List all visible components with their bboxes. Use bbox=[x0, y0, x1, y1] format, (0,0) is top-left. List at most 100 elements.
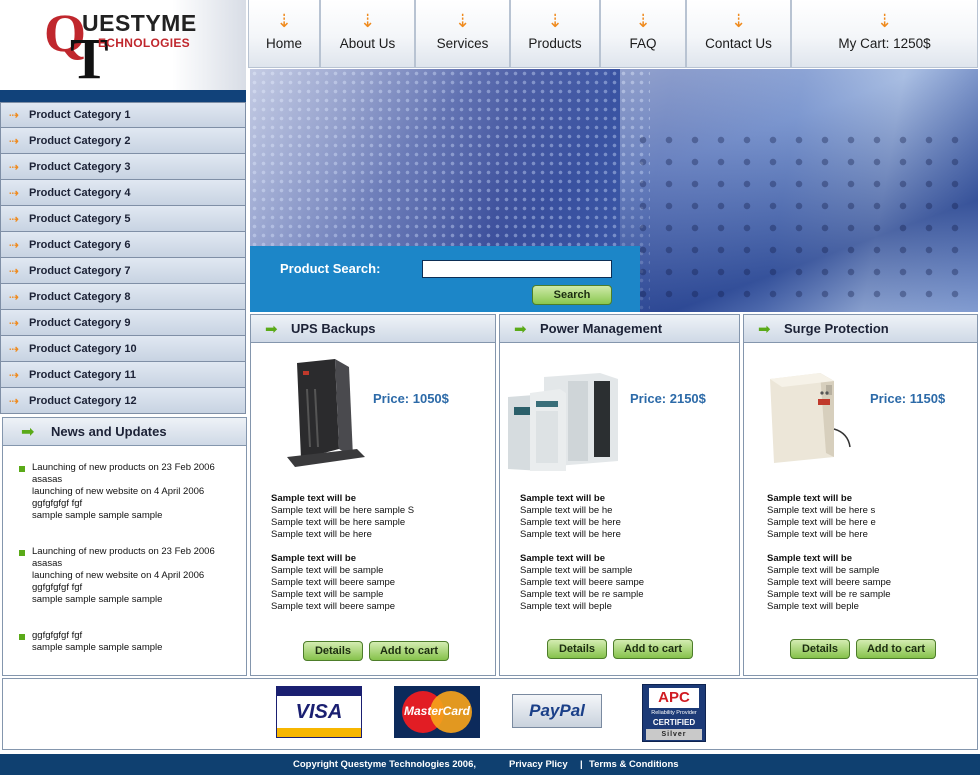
product-text-line: Sample text will be re sample bbox=[767, 589, 891, 600]
news-text: ggfgfgfgf fgf bbox=[32, 582, 83, 593]
arrow-right-icon: ⇢ bbox=[9, 159, 20, 174]
nav-about-us[interactable]: ⇣ About Us bbox=[320, 0, 415, 68]
nav-faq[interactable]: ⇣ FAQ bbox=[600, 0, 686, 68]
add-to-cart-button[interactable]: Add to cart bbox=[369, 641, 449, 661]
arrow-right-icon: ➡ bbox=[514, 320, 527, 338]
news-text: asasas bbox=[32, 558, 63, 569]
sidebar-item-category-7[interactable]: ⇢ Product Category 7 bbox=[0, 258, 246, 284]
nav-home[interactable]: ⇣ Home bbox=[248, 0, 320, 68]
details-button[interactable]: Details bbox=[303, 641, 363, 661]
sidebar-item-category-11[interactable]: ⇢ Product Category 11 bbox=[0, 362, 246, 388]
sidebar-item-category-9[interactable]: ⇢ Product Category 9 bbox=[0, 310, 246, 336]
apc-silver-text: Silver bbox=[646, 729, 702, 740]
product-title: Surge Protection bbox=[784, 321, 889, 336]
sidebar-item-category-5[interactable]: ⇢ Product Category 5 bbox=[0, 206, 246, 232]
surge-protector-product-image[interactable] bbox=[764, 367, 856, 465]
search-input[interactable] bbox=[422, 260, 612, 278]
product-title: UPS Backups bbox=[291, 321, 376, 336]
search-button[interactable]: Search bbox=[532, 285, 612, 305]
top-navigation: ⇣ Home ⇣ About Us ⇣ Services ⇣ Products … bbox=[248, 0, 978, 68]
sidebar-item-category-1[interactable]: ⇢ Product Category 1 bbox=[0, 102, 246, 128]
bullet-icon bbox=[19, 466, 25, 472]
payment-logos-strip bbox=[2, 678, 978, 750]
ups-product-image[interactable] bbox=[277, 359, 367, 469]
product-text-line: Sample text will be re sample bbox=[520, 589, 644, 600]
news-text: Launching of new products on 23 Feb 2006 bbox=[32, 462, 215, 473]
arrow-right-icon: ⇢ bbox=[9, 393, 20, 408]
product-card-ups-backups: ➡ UPS Backups Price: 1050$ Sample text w… bbox=[250, 314, 496, 676]
site-logo[interactable]: Q T UESTYME ECHNOLOGIES bbox=[0, 0, 246, 90]
search-label: Product Search: bbox=[280, 261, 381, 276]
product-text-line: Sample text will be here bbox=[520, 529, 621, 540]
arrow-right-icon: ⇢ bbox=[9, 133, 20, 148]
arrow-right-icon: ⇢ bbox=[9, 237, 20, 252]
category-label: Product Category 5 bbox=[29, 212, 131, 225]
add-to-cart-button[interactable]: Add to cart bbox=[613, 639, 693, 659]
power-management-product-image[interactable] bbox=[508, 371, 620, 471]
arrow-right-icon: ⇢ bbox=[9, 289, 20, 304]
product-text-line: Sample text will beere sampe bbox=[520, 577, 645, 588]
product-text-line: Sample text will be bbox=[271, 493, 356, 504]
news-text: sample sample sample sample bbox=[32, 594, 163, 605]
nav-services[interactable]: ⇣ Services bbox=[415, 0, 510, 68]
visa-logo: VISA bbox=[276, 686, 362, 738]
footer-separator: | bbox=[580, 759, 583, 770]
sidebar-item-category-8[interactable]: ⇢ Product Category 8 bbox=[0, 284, 246, 310]
sidebar-item-category-2[interactable]: ⇢ Product Category 2 bbox=[0, 128, 246, 154]
product-actions: Details Add to cart bbox=[790, 639, 936, 659]
arrow-down-icon: ⇣ bbox=[359, 11, 376, 31]
product-title: Power Management bbox=[540, 321, 663, 336]
news-text: sample sample sample sample bbox=[32, 510, 163, 521]
sidebar-item-category-3[interactable]: ⇢ Product Category 3 bbox=[0, 154, 246, 180]
arrow-right-icon: ⇢ bbox=[9, 315, 20, 330]
news-text: launching of new website on 4 April 2006 bbox=[32, 570, 205, 581]
bullet-icon bbox=[19, 634, 25, 640]
privacy-policy-link[interactable]: Privacy Plicy bbox=[509, 759, 568, 770]
details-button[interactable]: Details bbox=[790, 639, 850, 659]
visa-logo-text: VISA bbox=[295, 701, 343, 723]
product-text-line: Sample text will be he bbox=[520, 505, 613, 516]
arrow-right-icon: ⇢ bbox=[9, 341, 20, 356]
product-text-line: Sample text will be bbox=[767, 493, 852, 504]
footer-bar: Copyright Questyme Technologies 2006, Pr… bbox=[0, 754, 980, 775]
nav-my-cart[interactable]: ⇣ My Cart: 1250$ bbox=[791, 0, 978, 68]
product-text-line: Sample text will be here e bbox=[767, 517, 876, 528]
product-text-line: Sample text will be bbox=[520, 553, 605, 564]
nav-label: About Us bbox=[339, 36, 396, 51]
arrow-right-icon: ⇢ bbox=[9, 108, 20, 122]
product-price: Price: 2150$ bbox=[630, 391, 706, 406]
category-label: Product Category 7 bbox=[29, 264, 131, 277]
nav-contact-us[interactable]: ⇣ Contact Us bbox=[686, 0, 791, 68]
category-label: Product Category 1 bbox=[29, 109, 131, 121]
sidebar-item-category-4[interactable]: ⇢ Product Category 4 bbox=[0, 180, 246, 206]
arrow-right-icon: ⇢ bbox=[9, 263, 20, 278]
sidebar-item-category-6[interactable]: ⇢ Product Category 6 bbox=[0, 232, 246, 258]
nav-label: FAQ bbox=[629, 36, 657, 51]
bullet-icon bbox=[19, 550, 25, 556]
product-actions: Details Add to cart bbox=[303, 641, 449, 661]
details-button[interactable]: Details bbox=[547, 639, 607, 659]
category-label: Product Category 3 bbox=[29, 160, 131, 173]
arrow-down-icon: ⇣ bbox=[876, 11, 893, 31]
arrow-down-icon: ⇣ bbox=[730, 11, 747, 31]
arrow-right-icon: ⇢ bbox=[9, 367, 20, 382]
product-price: Price: 1150$ bbox=[870, 391, 946, 406]
product-text-line: Sample text will be sample bbox=[520, 565, 633, 576]
product-text-line: Sample text will be here sample S bbox=[271, 505, 415, 516]
mastercard-logo: MasterCard bbox=[394, 686, 480, 738]
category-label: Product Category 4 bbox=[29, 186, 131, 199]
add-to-cart-button[interactable]: Add to cart bbox=[856, 639, 936, 659]
category-label: Product Category 9 bbox=[29, 316, 131, 329]
product-text-line: Sample text will beere sampe bbox=[767, 577, 892, 588]
terms-conditions-link[interactable]: Terms & Conditions bbox=[589, 759, 679, 770]
sidebar-item-category-10[interactable]: ⇢ Product Category 10 bbox=[0, 336, 246, 362]
hero-light-overlay bbox=[250, 69, 610, 249]
news-item: Launching of new products on 23 Feb 2006… bbox=[19, 546, 246, 606]
product-description: Sample text will be Sample text will be … bbox=[520, 493, 644, 613]
sidebar-item-category-12[interactable]: ⇢ Product Category 12 bbox=[0, 388, 246, 414]
product-header: ➡ UPS Backups bbox=[251, 315, 495, 343]
nav-products[interactable]: ⇣ Products bbox=[510, 0, 600, 68]
arrow-down-icon: ⇣ bbox=[276, 11, 292, 31]
paypal-logo-text: PayPal bbox=[529, 701, 585, 720]
hero-circuit-dots bbox=[630, 129, 970, 312]
